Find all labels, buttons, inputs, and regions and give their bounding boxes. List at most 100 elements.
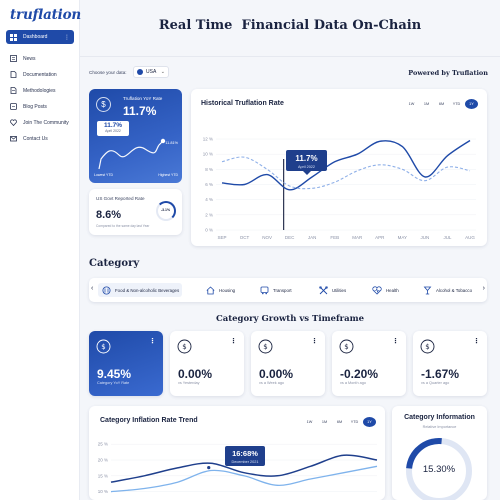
health-icon	[372, 285, 382, 295]
chevron-down-icon: ⌄	[160, 69, 165, 75]
govt-rate-value: 8.6%	[96, 209, 122, 221]
housing-icon	[205, 285, 215, 295]
more-vertical-icon[interactable]: ⋮	[392, 337, 399, 345]
y-tick-label: 15 %	[98, 473, 108, 478]
sidebar-item-label: Blog Posts	[23, 103, 47, 110]
header-divider	[80, 56, 500, 57]
donut-arc	[392, 424, 486, 500]
sidebar-item-methodologies[interactable]: Methodologies	[6, 83, 74, 99]
mail-icon	[10, 135, 17, 142]
x-tick-label: NOV	[262, 235, 272, 240]
category-food[interactable]: Food & Non-alcoholic Beverages	[98, 283, 183, 297]
truflation-yoy-card[interactable]: $ Truflation YoY Rate 11.7% 11.7% April …	[89, 89, 182, 183]
category-label: Housing	[219, 287, 236, 293]
sidebar-item-label: Methodologies	[23, 87, 56, 94]
comparison-series-line	[110, 465, 378, 493]
sidebar-item-label: Join The Community	[23, 119, 69, 126]
info-sub: Relative Importance	[422, 425, 457, 429]
sidebar-item-dashboard[interactable]: Dashboard ⋮	[6, 30, 74, 44]
category-transport[interactable]: Transport	[259, 283, 292, 297]
truflation-tooltip: 11.7% April 2022	[97, 121, 129, 136]
range-1m[interactable]: 1M	[318, 417, 331, 427]
category-title: Category	[89, 258, 140, 269]
x-tick-label: FEB	[330, 235, 339, 240]
growth-card-yesterday[interactable]: $ ⋮ 0.00% vs Yesterday	[170, 331, 244, 396]
y-tick-label: 4 %	[205, 197, 213, 202]
tooltip-value: 11.7%	[103, 122, 123, 129]
tooltip-value: 11.7%	[295, 154, 317, 163]
category-label: Alcohol & Tobacco	[436, 287, 473, 293]
trend-point-marker	[207, 466, 211, 470]
growth-sub: Category YoY Rate	[97, 381, 130, 385]
more-vertical-icon[interactable]: ⋮	[473, 337, 480, 345]
range-1w[interactable]: 1W	[303, 417, 316, 427]
growth-card-week[interactable]: $ ⋮ 0.00% vs a Week ago	[251, 331, 325, 396]
y-tick-label: 2 %	[205, 212, 213, 217]
more-vertical-icon[interactable]: ⋮	[64, 34, 70, 41]
chevron-left-icon[interactable]: ‹	[91, 285, 93, 292]
difference-ring: -3.1%	[156, 201, 176, 221]
chevron-right-icon[interactable]: ›	[483, 285, 485, 292]
y-tick-label: 6 %	[205, 182, 213, 187]
range-1y[interactable]: 1Y	[363, 417, 376, 427]
page-title: Real Time Financial Data On-Chain	[158, 18, 422, 33]
category-utilities[interactable]: Utilities	[318, 283, 346, 297]
ring-value: -3.1%	[160, 208, 171, 212]
govt-rate-card[interactable]: US Govt Reported Rate 8.6% Compared to t…	[89, 189, 182, 235]
x-tick-label: OCT	[240, 235, 250, 240]
tooltip-date: April 2022	[298, 165, 315, 169]
x-tick-label: JUL	[443, 235, 451, 240]
trend-chart-title: Category Inflation Rate Trend	[100, 417, 198, 424]
historical-range-selector: 1W 1M 6M YTD 1Y	[403, 99, 478, 109]
max-value-label: 11.81%	[165, 141, 178, 145]
x-tick-label: APR	[375, 235, 385, 240]
highest-ytd-label: Highest YTD	[158, 173, 178, 177]
trend-tooltip: 16:68% December 2021	[225, 446, 265, 466]
range-1y[interactable]: 1Y	[465, 99, 478, 109]
truflation-series-line	[221, 139, 471, 191]
growth-card-month[interactable]: $ ⋮ -0.20% vs a Month ago	[332, 331, 406, 396]
range-ytd[interactable]: YTD	[348, 417, 361, 427]
sidebar-item-label: News	[23, 55, 36, 62]
sidebar-item-blog-posts[interactable]: Blog Posts	[6, 99, 74, 115]
more-vertical-icon[interactable]: ⋮	[230, 337, 237, 345]
country-select[interactable]: USA ⌄	[133, 66, 169, 78]
relative-importance-donut: 15.30%	[392, 424, 486, 500]
sidebar-item-join-community[interactable]: Join The Community	[6, 115, 74, 131]
sidebar-item-news[interactable]: News	[6, 51, 74, 67]
category-health[interactable]: Health	[372, 283, 399, 297]
dollar-down-icon: $	[96, 339, 111, 354]
tooltip-value: 16:68%	[232, 449, 258, 458]
range-6m[interactable]: 6M	[333, 417, 346, 427]
more-vertical-icon[interactable]: ⋮	[149, 337, 156, 345]
sidebar-item-documentation[interactable]: Documentation	[6, 67, 74, 83]
x-tick-label: MAR	[352, 235, 363, 240]
powered-by-label: Powered by Truflation	[408, 69, 488, 77]
sidebar: truflation Dashboard ⋮ News Documentatio…	[0, 0, 81, 500]
choose-data-label: Choose your data:	[89, 70, 127, 75]
category-housing[interactable]: Housing	[205, 283, 235, 297]
range-6m[interactable]: 6M	[435, 99, 448, 109]
dollar-down-icon: $	[339, 339, 354, 354]
range-1w[interactable]: 1W	[405, 99, 418, 109]
y-tick-label: 10 %	[98, 489, 108, 494]
category-alcohol[interactable]: Alcohol & Tobacco	[422, 283, 472, 297]
community-icon	[10, 119, 17, 127]
trend-range-selector: 1W 1M 6M YTD 1Y	[301, 417, 376, 427]
range-ytd[interactable]: YTD	[450, 99, 463, 109]
dollar-trend-icon: $	[96, 97, 111, 112]
y-tick-label: 25 %	[98, 442, 108, 447]
growth-card-yoy[interactable]: $ ⋮ 9.45% Category YoY Rate	[89, 331, 163, 396]
category-trend-card: 25 % 20 % 15 % 10 % 16:68% December 2021 Cate…	[89, 406, 385, 500]
govt-rate-sub: Compared to the same day last Year	[96, 224, 150, 228]
growth-card-quarter[interactable]: $ ⋮ -1.67% vs a Quarter ago	[413, 331, 487, 396]
govt-rate-label: US Govt Reported Rate	[96, 196, 145, 201]
growth-sub: vs a Week ago	[259, 381, 285, 385]
alcohol-icon	[422, 285, 432, 295]
sidebar-item-contact-us[interactable]: Contact Us	[6, 131, 74, 147]
truflation-logo[interactable]: truflation	[10, 7, 81, 23]
food-icon	[101, 285, 111, 295]
more-vertical-icon[interactable]: ⋮	[311, 337, 318, 345]
lowest-ytd-label: Lowest YTD	[94, 173, 113, 177]
range-1m[interactable]: 1M	[420, 99, 433, 109]
